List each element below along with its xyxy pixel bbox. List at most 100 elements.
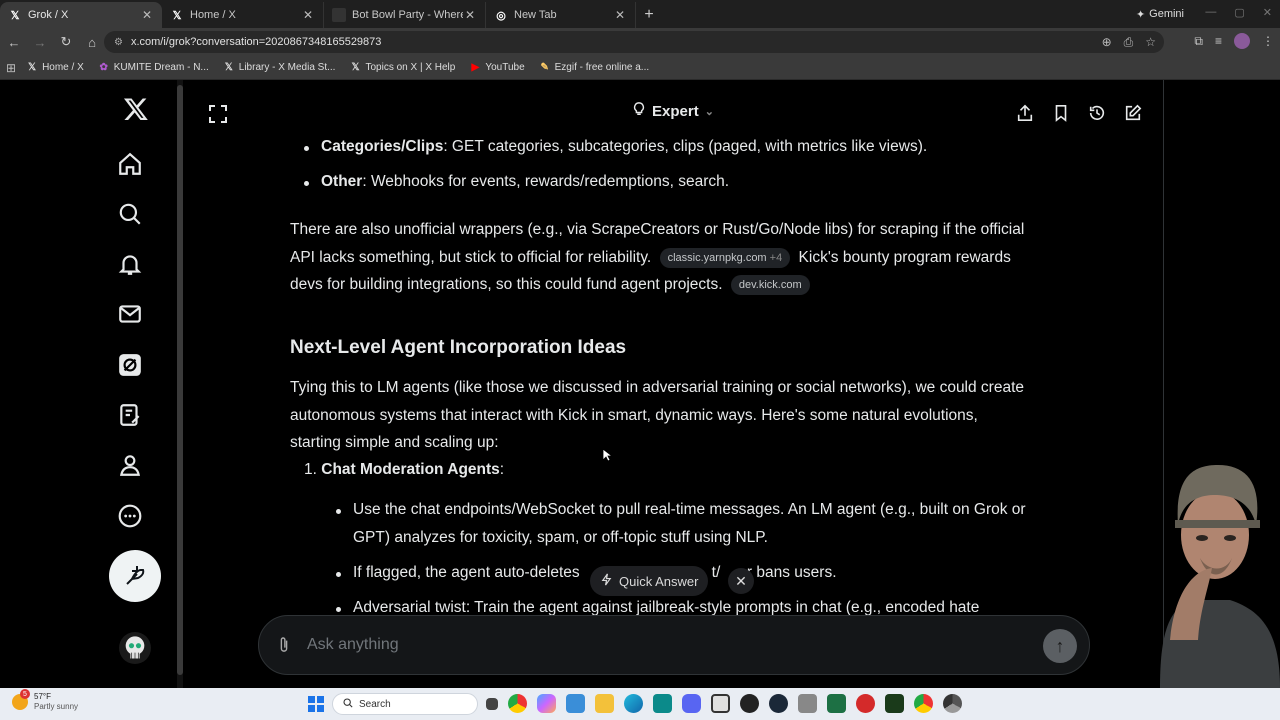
close-tab-icon[interactable]: ✕ — [613, 8, 627, 22]
photos-icon[interactable] — [566, 694, 585, 713]
folder-icon[interactable] — [595, 694, 614, 713]
excel-icon[interactable] — [827, 694, 846, 713]
apps-grid-icon[interactable]: ⊞ — [6, 61, 16, 75]
numbered-item-suffix: : — [499, 461, 505, 478]
history-icon[interactable] — [1088, 104, 1106, 122]
discord-icon[interactable] — [682, 694, 701, 713]
citation-more-count: +4 — [769, 252, 783, 264]
tab-title: New Tab — [514, 9, 557, 21]
page-scrollbar[interactable] — [177, 80, 183, 688]
messages-mail-icon[interactable] — [114, 298, 146, 330]
terminal-icon[interactable] — [885, 694, 904, 713]
bookmark-label: Topics on X | X Help — [365, 62, 456, 73]
bookmark-star-icon[interactable]: ☆ — [1145, 35, 1156, 50]
taskbar-search[interactable]: Search — [332, 693, 478, 715]
profile-avatar[interactable] — [1234, 33, 1250, 49]
quick-answer-button[interactable]: Quick Answer — [590, 566, 709, 596]
game-icon[interactable] — [798, 694, 817, 713]
edge-icon[interactable] — [624, 694, 643, 713]
bookmark-home-x[interactable]: 𝕏 Home / X — [26, 62, 84, 74]
bookmark-ezgif[interactable]: ✎ Ezgif - free online a... — [539, 62, 649, 74]
home-icon[interactable]: ⌂ — [80, 30, 104, 54]
paragraph-line: starting simple and scaling up: — [290, 434, 499, 451]
numbered-item: 1. Chat Moderation Agents: — [304, 456, 504, 484]
steam-icon[interactable] — [769, 694, 788, 713]
reload-icon[interactable]: ↻ — [54, 30, 78, 54]
account-avatar[interactable] — [119, 632, 151, 664]
x-logo-icon: 𝕏 — [351, 62, 360, 73]
bullet-dot — [336, 572, 341, 577]
citation-chip[interactable]: classic.yarnpkg.com +4 — [659, 248, 791, 268]
close-icon[interactable]: ✕ — [728, 568, 754, 594]
chrome-icon[interactable] — [508, 694, 527, 713]
profile-person-icon[interactable] — [114, 449, 146, 481]
tab-title: Home / X — [190, 9, 236, 21]
extensions-icon[interactable]: ⧉ — [1194, 34, 1203, 49]
citation-source: dev.kick.com — [738, 279, 802, 291]
numbered-item-label: Chat Moderation Agents — [321, 461, 500, 478]
mode-selector[interactable]: Expert ⌄ — [632, 102, 714, 120]
forward-icon[interactable]: → — [28, 30, 52, 54]
bookmark-youtube[interactable]: ▶ YouTube — [469, 62, 524, 74]
calculator-icon[interactable] — [653, 694, 672, 713]
bookmark-icon[interactable] — [1052, 104, 1070, 122]
bookmark-kumite[interactable]: ✿ KUMITE Dream - N... — [98, 62, 209, 74]
site-info-icon[interactable]: ⚙ — [114, 37, 123, 48]
list-item-label: Other — [321, 173, 363, 190]
install-icon[interactable]: ⎙ — [1124, 35, 1134, 50]
chrome-alt-icon[interactable] — [914, 694, 933, 713]
notifications-bell-icon[interactable] — [114, 248, 146, 280]
bookmark-library[interactable]: 𝕏 Library - X Media St... — [223, 62, 336, 74]
window-controls: — ▢ ✕ — [1205, 6, 1272, 19]
tab-bot-bowl[interactable]: Bot Bowl Party - Where AI Agen ✕ — [324, 2, 486, 28]
post-button[interactable] — [109, 550, 161, 602]
mouse-cursor-icon — [602, 448, 612, 462]
bookmark-topics[interactable]: 𝕏 Topics on X | X Help — [349, 62, 455, 74]
chrome-dev-icon[interactable] — [943, 694, 962, 713]
menu-icon[interactable]: ⋮ — [1262, 34, 1274, 48]
media-icon[interactable] — [740, 694, 759, 713]
attach-paperclip-icon[interactable] — [277, 636, 291, 659]
share-upload-icon[interactable] — [1016, 104, 1034, 122]
address-bar[interactable]: ⚙ x.com/i/grok?conversation=202086734816… — [104, 31, 1164, 53]
more-options-icon[interactable] — [114, 500, 146, 532]
articles-compose-icon[interactable] — [114, 399, 146, 431]
snipping-icon[interactable] — [711, 694, 730, 713]
tab-home[interactable]: 𝕏 Home / X ✕ — [162, 2, 324, 28]
zoom-icon[interactable]: ⊕ — [1102, 35, 1112, 50]
citation-chip[interactable]: dev.kick.com — [730, 275, 810, 295]
media-controls-icon[interactable]: ≡ — [1215, 34, 1222, 48]
send-arrow-icon[interactable]: ↑ — [1043, 629, 1077, 663]
paragraph-text: Kick's bounty program rewards — [798, 249, 1011, 266]
tab-grok[interactable]: 𝕏 Grok / X ✕ — [0, 2, 162, 28]
close-tab-icon[interactable]: ✕ — [463, 8, 477, 22]
maximize-icon[interactable]: ▢ — [1234, 6, 1244, 19]
x-logo-icon[interactable] — [120, 93, 152, 125]
close-tab-icon[interactable]: ✕ — [301, 8, 315, 22]
back-icon[interactable]: ← — [2, 30, 26, 54]
windows-start-icon[interactable] — [308, 696, 324, 712]
ask-input[interactable] — [307, 630, 1007, 660]
search-nav-icon[interactable] — [114, 198, 146, 230]
copilot-icon[interactable] — [537, 694, 556, 713]
minimize-icon[interactable]: — — [1205, 6, 1216, 19]
tab-new-tab[interactable]: ◎ New Tab ✕ — [486, 2, 636, 28]
bookmark-label: Home / X — [42, 62, 84, 73]
gemini-button[interactable]: ✦ Gemini — [1128, 5, 1192, 23]
windows-taskbar: 5 57°F Partly sunny Search — [0, 688, 1280, 720]
sub-list-item-line: Use the chat endpoints/WebSocket to pull… — [353, 501, 1026, 518]
x-page: Expert ⌄ Categories/Clips: GET categorie… — [0, 80, 1280, 688]
grok-icon[interactable] — [114, 349, 146, 381]
close-tab-icon[interactable]: ✕ — [140, 8, 154, 22]
feather-post-icon — [126, 566, 145, 585]
red-app-icon[interactable] — [856, 694, 875, 713]
weather-temp: 57°F — [34, 692, 51, 701]
expand-fullscreen-icon[interactable] — [208, 104, 228, 124]
close-window-icon[interactable]: ✕ — [1263, 6, 1272, 19]
file-explorer-icon[interactable] — [486, 698, 498, 710]
new-tab-button[interactable]: + — [636, 2, 662, 28]
weather-widget[interactable]: 5 57°F Partly sunny — [12, 689, 78, 712]
bookmarks-bar: ⊞ 𝕏 Home / X ✿ KUMITE Dream - N... 𝕏 Librar… — [0, 56, 1280, 80]
new-chat-edit-icon[interactable] — [1124, 104, 1142, 122]
home-nav-icon[interactable] — [114, 148, 146, 180]
